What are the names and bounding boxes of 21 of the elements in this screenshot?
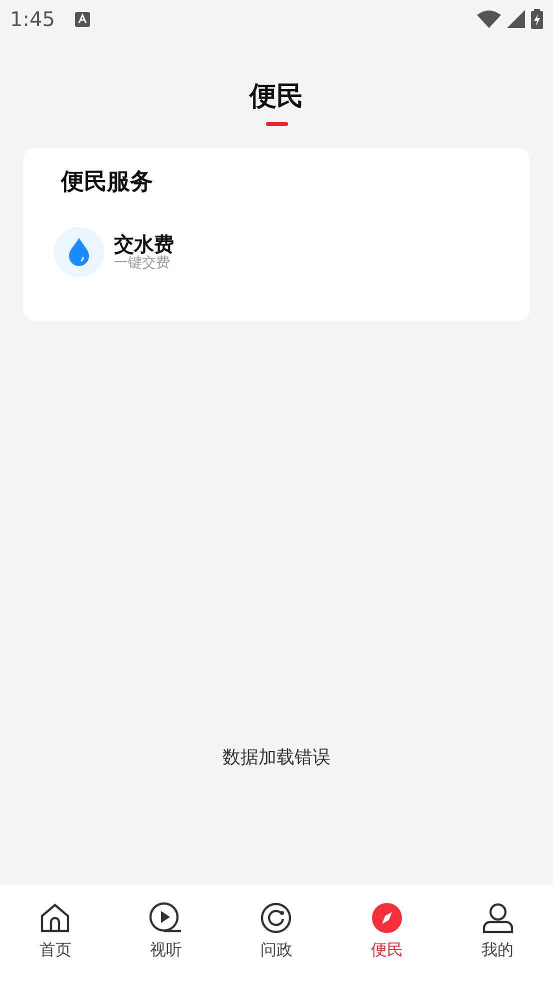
error-message: 数据加载错误: [222, 746, 330, 769]
home-icon: [39, 902, 72, 934]
compass-icon: [371, 902, 404, 934]
service-name[interactable]: 交水费: [114, 233, 174, 255]
nav-tab[interactable]: 我的: [442, 885, 553, 984]
nav-tab[interactable]: 问政: [221, 885, 332, 984]
play-icon: [148, 902, 183, 934]
page-title: 便民: [250, 80, 304, 114]
signal-icon: [507, 10, 525, 28]
nav-tab[interactable]: 首页: [0, 885, 111, 984]
card-title: 便民服务: [61, 168, 154, 197]
status-time: 1:45: [10, 7, 55, 31]
wifi-icon: [477, 10, 501, 28]
nav-tab[interactable]: 视听: [110, 885, 222, 984]
keyboard-icon: [74, 12, 90, 26]
battery-icon: [531, 9, 543, 29]
refresh-icon: [260, 902, 292, 934]
user-icon: [482, 902, 514, 934]
nav-tab[interactable]: 便民: [332, 885, 442, 984]
service-subtitle: 一键交费: [114, 255, 171, 271]
water-drop-icon: [67, 237, 91, 267]
